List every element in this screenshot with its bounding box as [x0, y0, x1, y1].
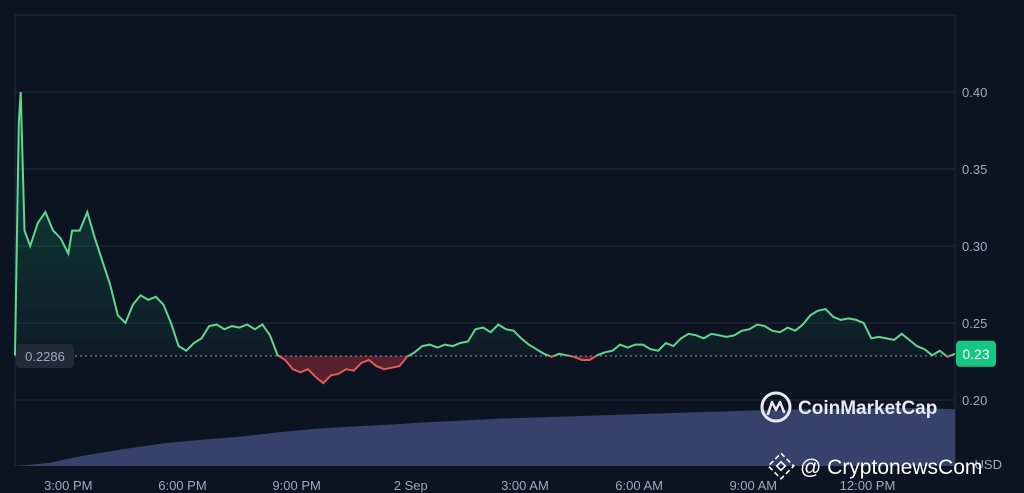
- x-axis-ticks: 3:00 PM 6:00 PM 9:00 PM 2 Sep 3:00 AM 6:00 AM…: [44, 478, 895, 493]
- x-tick-label: 6:00 AM: [615, 478, 663, 493]
- x-tick-label: 3:00 PM: [44, 478, 92, 493]
- source-text: @ CryptonewsCom: [800, 456, 982, 479]
- baseline-label: 0.2286: [16, 343, 74, 368]
- cryptonews-credit: @ CryptonewsCom: [767, 452, 982, 480]
- y-tick-label: 0.40: [962, 85, 987, 100]
- x-tick-label: 2 Sep: [394, 478, 428, 493]
- x-tick-label: 3:00 AM: [501, 478, 549, 493]
- x-tick-label: 9:00 PM: [272, 478, 320, 493]
- current-price-value: 0.23: [962, 346, 989, 362]
- x-tick-label: 9:00 AM: [729, 478, 777, 493]
- area-above-baseline: [15, 92, 955, 356]
- price-chart: 0.40 0.35 0.30 0.25 0.20 3:00 PM 6:00 PM 9:00 …: [14, 14, 1002, 493]
- x-tick-label: 6:00 PM: [158, 478, 206, 493]
- x-tick-label: 12:00 PM: [840, 478, 896, 493]
- y-tick-label: 0.20: [962, 393, 987, 408]
- y-tick-label: 0.30: [962, 239, 987, 254]
- current-price-badge: 0.23: [956, 340, 996, 367]
- baseline-value: 0.2286: [25, 349, 65, 364]
- watermark-text: CoinMarketCap: [798, 398, 937, 419]
- y-tick-label: 0.25: [962, 316, 987, 331]
- y-tick-label: 0.35: [962, 162, 987, 177]
